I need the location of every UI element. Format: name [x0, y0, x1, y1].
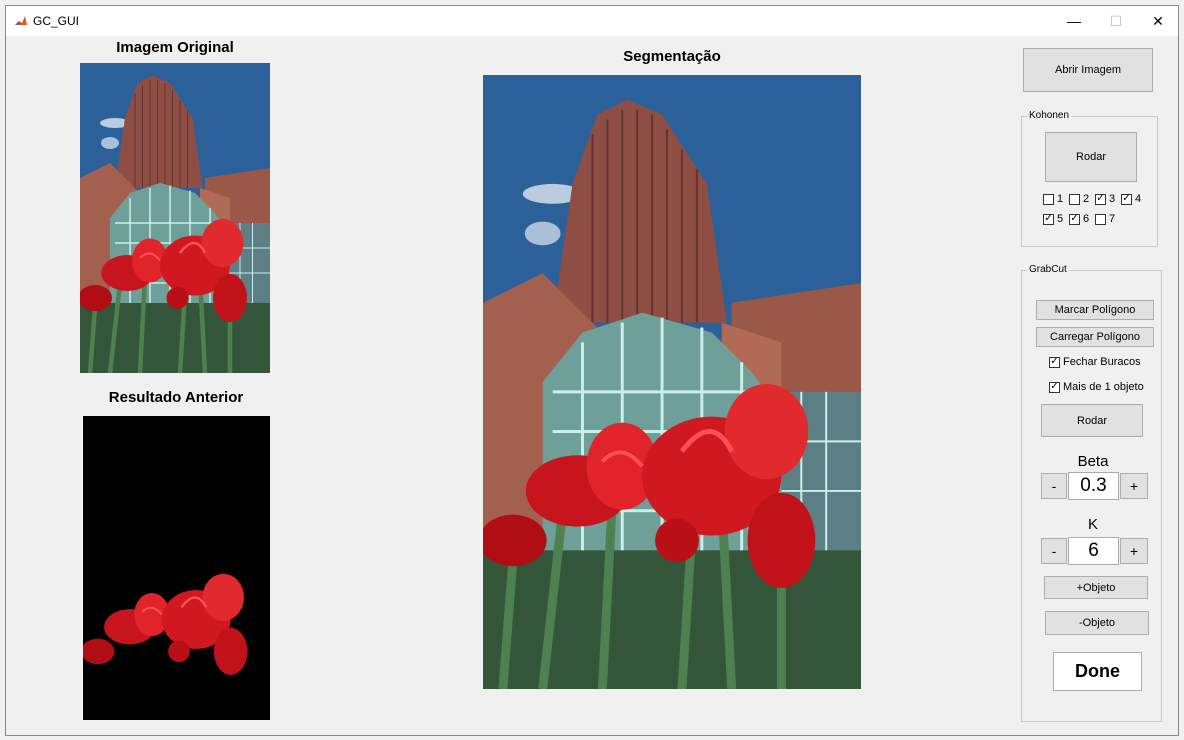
kohonen-check-label: 1	[1057, 193, 1064, 205]
segmentation-image[interactable]	[483, 75, 861, 689]
original-image	[80, 63, 270, 373]
kohonen-run-button[interactable]: Rodar	[1045, 132, 1137, 182]
beta-minus-button[interactable]: -	[1041, 473, 1067, 499]
load-polygon-button[interactable]: Carregar Polígono	[1036, 327, 1154, 347]
fill-holes-box[interactable]: ✓	[1049, 356, 1060, 368]
kohonen-check-label: 2	[1083, 193, 1090, 205]
kohonen-check-box[interactable]: ✓	[1043, 213, 1054, 225]
beta-plus-button[interactable]: +	[1120, 473, 1148, 499]
mark-polygon-button[interactable]: Marcar Polígono	[1036, 300, 1154, 320]
multi-object-box[interactable]: ✓	[1049, 381, 1060, 393]
k-plus-button[interactable]: +	[1120, 538, 1148, 564]
kohonen-check-3[interactable]: ✓ 3	[1095, 193, 1115, 205]
k-minus-button[interactable]: -	[1041, 538, 1067, 564]
kohonen-check-box[interactable]: ✓	[1069, 213, 1080, 225]
add-object-button[interactable]: +Objeto	[1044, 576, 1148, 599]
remove-object-button[interactable]: -Objeto	[1045, 611, 1149, 635]
fill-holes-label: Fechar Buracos	[1063, 356, 1141, 368]
previous-result-image	[83, 416, 270, 720]
original-image-title: Imagem Original	[116, 39, 234, 56]
kohonen-group-title: Kohonen	[1027, 110, 1072, 121]
kohonen-check-4[interactable]: ✓ 4	[1121, 193, 1141, 205]
beta-label: Beta	[1077, 453, 1109, 470]
kohonen-check-box[interactable]: ✓	[1121, 193, 1132, 205]
kohonen-check-2[interactable]: 2	[1069, 193, 1089, 205]
window-title: GC_GUI	[33, 14, 80, 28]
multi-object-checkbox[interactable]: ✓ Mais de 1 objeto	[1049, 381, 1144, 393]
maximize-button[interactable]: ☐	[1095, 6, 1137, 36]
kohonen-check-label: 3	[1109, 193, 1116, 205]
kohonen-check-box[interactable]	[1095, 213, 1106, 225]
title-bar: GC_GUI — ☐ ✕	[6, 6, 1178, 36]
done-button[interactable]: Done	[1053, 652, 1142, 691]
beta-value-field[interactable]: 0.3	[1068, 472, 1119, 500]
close-button[interactable]: ✕	[1137, 6, 1179, 36]
multi-object-label: Mais de 1 objeto	[1063, 381, 1144, 393]
kohonen-check-box[interactable]	[1069, 193, 1080, 205]
kohonen-check-1[interactable]: 1	[1043, 193, 1063, 205]
previous-result-title: Resultado Anterior	[108, 389, 244, 406]
kohonen-check-5[interactable]: ✓ 5	[1043, 213, 1063, 225]
kohonen-check-6[interactable]: ✓ 6	[1069, 213, 1089, 225]
k-value-field[interactable]: 6	[1068, 537, 1119, 565]
open-image-button[interactable]: Abrir Imagem	[1023, 48, 1153, 92]
segmentation-title: Segmentação	[623, 48, 721, 65]
kohonen-check-label: 4	[1135, 193, 1142, 205]
kohonen-check-box[interactable]: ✓	[1095, 193, 1106, 205]
k-label: K	[1087, 516, 1098, 533]
kohonen-check-label: 5	[1057, 213, 1064, 225]
kohonen-check-label: 6	[1083, 213, 1090, 225]
kohonen-check-label: 7	[1109, 213, 1116, 225]
kohonen-check-box[interactable]	[1043, 193, 1054, 205]
minimize-button[interactable]: —	[1053, 6, 1095, 36]
grabcut-run-button[interactable]: Rodar	[1041, 404, 1143, 437]
grabcut-group-title: GrabCut	[1027, 264, 1069, 275]
kohonen-check-7[interactable]: 7	[1095, 213, 1115, 225]
main-window: GC_GUI — ☐ ✕ Imagem Original Resultado A…	[5, 5, 1179, 736]
fill-holes-checkbox[interactable]: ✓ Fechar Buracos	[1049, 356, 1141, 368]
matlab-icon	[14, 14, 28, 28]
